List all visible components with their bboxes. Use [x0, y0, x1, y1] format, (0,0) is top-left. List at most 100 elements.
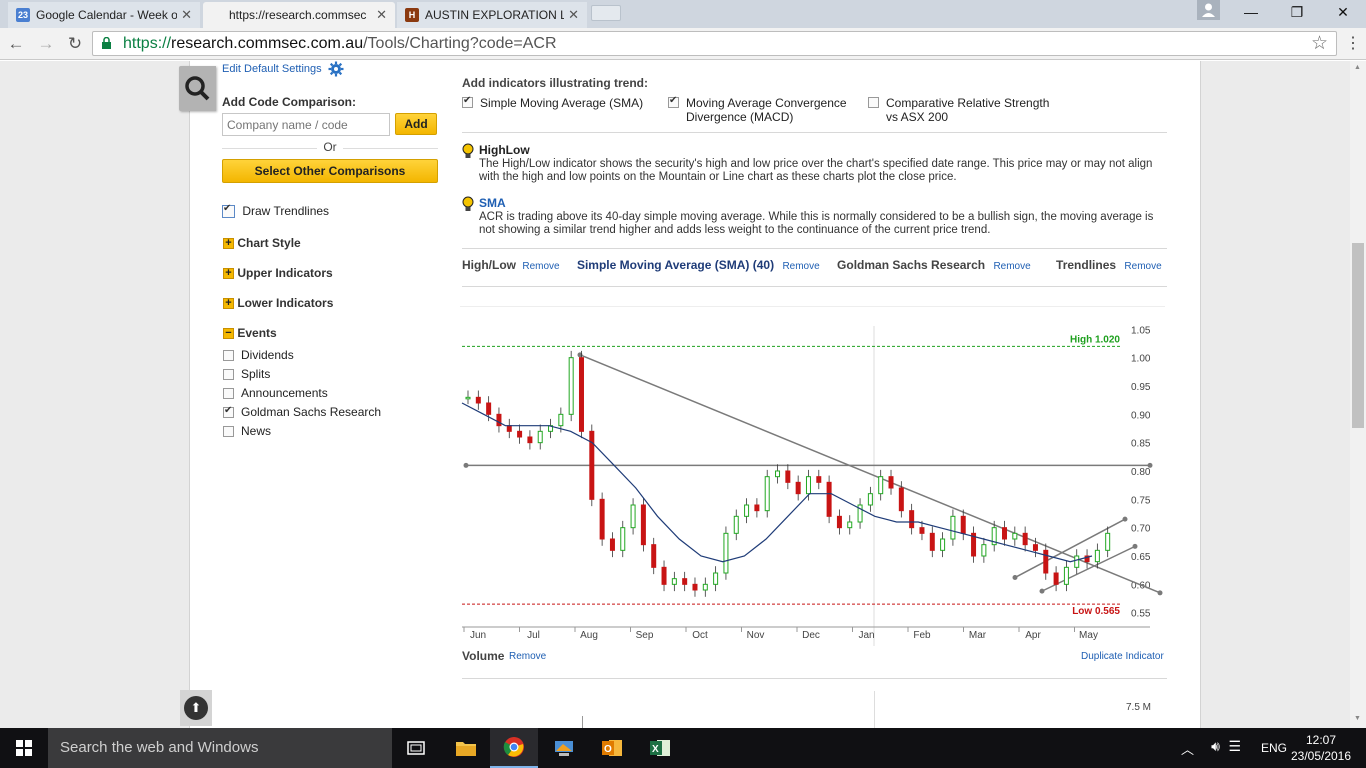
insight-title-sma[interactable]: SMA [479, 196, 506, 210]
browser-menu-icon[interactable]: ⋮ [1345, 33, 1361, 53]
back-to-top-button[interactable]: ⬆ [180, 690, 212, 726]
remote-desktop-icon[interactable] [540, 728, 588, 768]
forward-icon[interactable]: → [34, 32, 58, 56]
remove-goldman-link[interactable]: Remove [993, 261, 1030, 272]
notifications-icon[interactable]: ☰ [1228, 738, 1241, 755]
volume-label: Volume [462, 649, 505, 663]
vertical-scrollbar[interactable]: ▲ ▼ [1350, 61, 1366, 728]
x-axis-month-label: Sep [636, 630, 654, 641]
edit-default-settings-link[interactable]: Edit Default Settings [222, 63, 322, 75]
close-window-icon[interactable]: ✕ [1320, 0, 1366, 24]
remove-volume-link[interactable]: Remove [509, 651, 546, 662]
indicator-label: High/Low [462, 258, 516, 272]
select-other-comparisons-button[interactable]: Select Other Comparisons [222, 159, 438, 183]
event-checkbox[interactable] [223, 426, 234, 438]
remove-sma-link[interactable]: Remove [782, 261, 819, 272]
draw-trendlines-checkbox[interactable] [222, 203, 235, 219]
x-axis-month-label: Jul [527, 630, 540, 641]
event-goldman-sachs[interactable]: Goldman Sachs Research [223, 405, 381, 419]
event-checkbox[interactable] [223, 405, 234, 419]
tab-austin-exploration[interactable]: H AUSTIN EXPLORATION LIM ✕ [397, 2, 587, 28]
x-axis-month-label: Oct [692, 630, 708, 641]
chrome-icon[interactable] [490, 728, 538, 768]
event-label: Splits [241, 367, 271, 381]
excel-icon[interactable]: X [636, 728, 684, 768]
secure-lock-icon [102, 37, 111, 49]
user-profile-icon[interactable] [1197, 0, 1220, 20]
input-language[interactable]: ENG [1261, 741, 1287, 755]
minimize-icon[interactable]: ― [1228, 0, 1274, 24]
candle-body [1032, 544, 1038, 551]
event-checkbox[interactable] [223, 350, 234, 362]
section-upper-indicators[interactable]: + Upper Indicators [223, 266, 333, 280]
address-bar[interactable]: https://research.commsec.com.au/Tools/Ch… [92, 31, 1337, 56]
candle-body [465, 396, 471, 400]
sma-checkbox[interactable] [462, 95, 473, 108]
close-tab-icon[interactable]: ✕ [181, 7, 192, 23]
outlook-icon[interactable]: O [588, 728, 636, 768]
tab-google-calendar[interactable]: 23 Google Calendar - Week o ✕ [8, 2, 200, 28]
new-tab-button[interactable] [591, 5, 621, 21]
event-news[interactable]: News [223, 424, 271, 438]
restore-icon[interactable]: ❐ [1274, 0, 1320, 24]
scroll-up-icon[interactable]: ▲ [1354, 64, 1361, 71]
taskbar-search-box[interactable]: Search the web and Windows [48, 728, 392, 768]
expand-icon[interactable]: + [223, 268, 234, 280]
close-tab-icon[interactable]: ✕ [568, 7, 579, 23]
scrollbar-thumb[interactable] [1352, 243, 1364, 428]
clock-date[interactable]: 23/05/2016 [1286, 749, 1356, 763]
y-axis-tick-label: 0.75 [1131, 495, 1151, 506]
trend-option-macd[interactable]: Moving Average Convergence Divergence (M… [668, 95, 868, 124]
scroll-down-icon[interactable]: ▼ [1354, 715, 1361, 722]
browser-tab-strip: 23 Google Calendar - Week o ✕ https://re… [0, 0, 1366, 28]
event-splits[interactable]: Splits [223, 367, 270, 381]
clock-time[interactable]: 12:07 [1291, 733, 1351, 747]
event-checkbox[interactable] [223, 388, 234, 400]
candle-body [671, 578, 677, 585]
candle-body [847, 521, 853, 529]
section-chart-style[interactable]: + Chart Style [223, 236, 301, 250]
candle-body [651, 544, 657, 568]
event-checkbox[interactable] [223, 369, 234, 381]
trend-option-crs[interactable]: Comparative Relative Strength vs ASX 200 [868, 96, 1068, 124]
search-button[interactable] [179, 66, 216, 111]
event-announcements[interactable]: Announcements [223, 386, 328, 400]
price-chart[interactable]: 1.051.000.950.900.850.800.750.700.650.60… [460, 306, 1170, 646]
macd-checkbox[interactable] [668, 95, 679, 108]
task-view-icon[interactable] [392, 728, 440, 768]
file-explorer-icon[interactable] [442, 728, 490, 768]
section-lower-indicators[interactable]: + Lower Indicators [223, 296, 333, 310]
collapse-icon[interactable]: − [223, 328, 234, 340]
bookmark-star-icon[interactable]: ☆ [1311, 32, 1328, 55]
x-axis-month-label: Feb [913, 630, 931, 641]
candle-body [981, 544, 987, 557]
volume-icon[interactable]: 🔊︎ [1211, 738, 1220, 755]
add-button[interactable]: Add [395, 113, 437, 135]
candle-body [1053, 572, 1059, 585]
section-events[interactable]: − Events [223, 326, 277, 340]
duplicate-indicator-link[interactable]: Duplicate Indicator [1081, 651, 1164, 662]
gear-icon[interactable] [328, 61, 344, 77]
candle-body [578, 357, 584, 432]
crs-checkbox[interactable] [868, 97, 879, 108]
remove-trendlines-link[interactable]: Remove [1124, 261, 1161, 272]
close-tab-icon[interactable]: ✕ [376, 7, 387, 23]
tray-chevron-up-icon[interactable]: ︿ [1181, 739, 1194, 758]
remove-highlow-link[interactable]: Remove [522, 261, 559, 272]
divider [462, 132, 1167, 133]
tab-commsec[interactable]: https://research.commsec ✕ [203, 2, 395, 28]
event-dividends[interactable]: Dividends [223, 348, 294, 362]
expand-icon[interactable]: + [223, 238, 234, 250]
candle-body [816, 476, 822, 483]
trend-option-sma[interactable]: Simple Moving Average (SMA) [462, 95, 662, 124]
company-code-input[interactable] [222, 113, 390, 136]
candle-body [785, 470, 791, 483]
x-axis-month-label: Nov [747, 630, 765, 641]
event-label: News [241, 424, 272, 438]
draw-trendlines-row[interactable]: Draw Trendlines [222, 203, 329, 219]
expand-icon[interactable]: + [223, 298, 234, 310]
back-icon[interactable]: ← [4, 32, 28, 56]
candle-body [661, 566, 667, 585]
windows-start-icon[interactable] [0, 728, 48, 768]
reload-icon[interactable]: ↻ [63, 32, 87, 56]
